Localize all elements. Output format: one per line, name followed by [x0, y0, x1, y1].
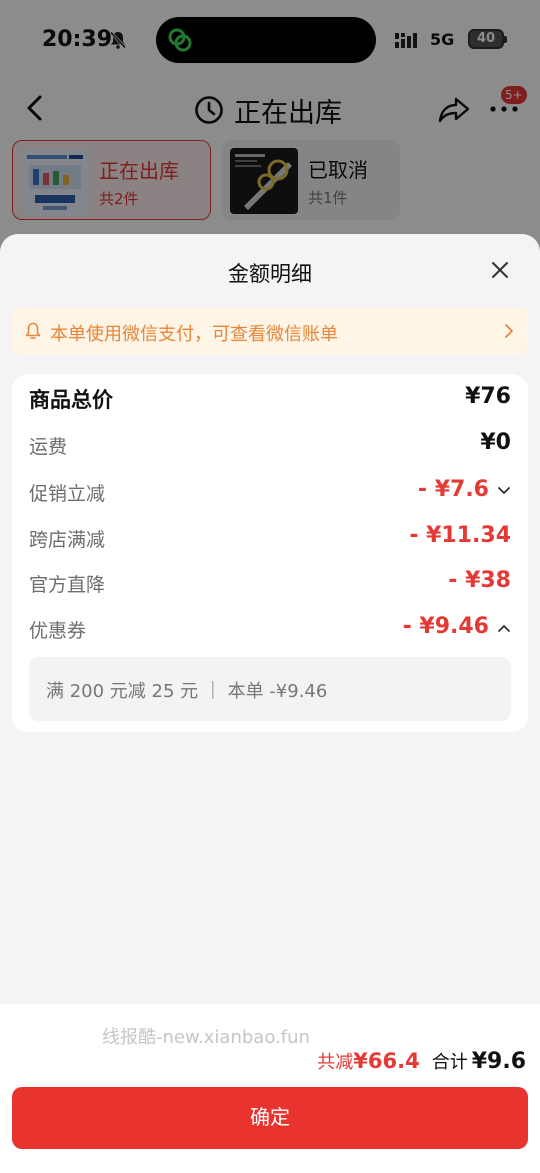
sheet-title: 金额明细 — [228, 262, 312, 286]
row-label: 跨店满减 — [29, 529, 106, 551]
sheet-footer: 线报酷-new.xianbao.fun 共减 ¥66.4 合计 ¥9.6 确定 — [0, 1004, 540, 1173]
close-icon[interactable] — [490, 260, 510, 280]
row-shipping: 运费 ¥0 — [29, 428, 511, 464]
row-value: - ¥38 — [448, 568, 511, 593]
row-value: ¥76 — [465, 384, 511, 409]
row-value: - ¥11.34 — [409, 523, 511, 548]
row-value: - ¥9.46 — [402, 614, 489, 639]
total-label: 合计 — [431, 1052, 468, 1073]
notice-text: 本单使用微信支付，可查看微信账单 — [50, 324, 338, 345]
confirm-button[interactable]: 确定 — [12, 1087, 528, 1149]
row-value: - ¥7.6 — [417, 477, 489, 502]
wechat-pay-notice[interactable]: 本单使用微信支付，可查看微信账单 — [12, 307, 528, 355]
coupon-detail-text: 满 200 元减 25 元 ｜ 本单 -¥9.46 — [46, 681, 328, 702]
row-label: 优惠券 — [29, 620, 87, 642]
bell-icon — [25, 322, 41, 339]
total-value: ¥9.6 — [471, 1049, 526, 1074]
row-label: 运费 — [29, 436, 68, 458]
watermark: 线报酷-new.xianbao.fun — [102, 1027, 310, 1048]
amount-detail-sheet: 金额明细 本单使用微信支付，可查看微信账单 商品总价 ¥76 运费 ¥0 促销立… — [0, 234, 540, 1173]
row-coupon[interactable]: 优惠券 - ¥9.46 — [29, 612, 511, 648]
row-value: ¥0 — [480, 430, 511, 455]
chevron-up-icon[interactable] — [497, 621, 511, 635]
saved-label: 共减 — [317, 1052, 354, 1073]
row-label: 官方直降 — [29, 574, 106, 596]
amount-breakdown-card: 商品总价 ¥76 运费 ¥0 促销立减 - ¥7.6 跨店满减 - ¥11.34… — [12, 374, 528, 732]
chevron-right-icon — [505, 324, 513, 338]
row-official-discount: 官方直降 - ¥38 — [29, 566, 511, 602]
payment-summary: 共减 ¥66.4 合计 ¥9.6 — [317, 1048, 526, 1074]
row-item-total: 商品总价 ¥76 — [29, 382, 511, 418]
saved-value: ¥66.4 — [353, 1049, 420, 1073]
coupon-detail: 满 200 元减 25 元 ｜ 本单 -¥9.46 — [29, 657, 511, 721]
row-promo-discount[interactable]: 促销立减 - ¥7.6 — [29, 475, 511, 511]
chevron-down-icon[interactable] — [497, 484, 511, 498]
row-cross-store-discount: 跨店满减 - ¥11.34 — [29, 521, 511, 557]
row-label: 促销立减 — [29, 483, 106, 505]
row-label: 商品总价 — [29, 388, 113, 412]
